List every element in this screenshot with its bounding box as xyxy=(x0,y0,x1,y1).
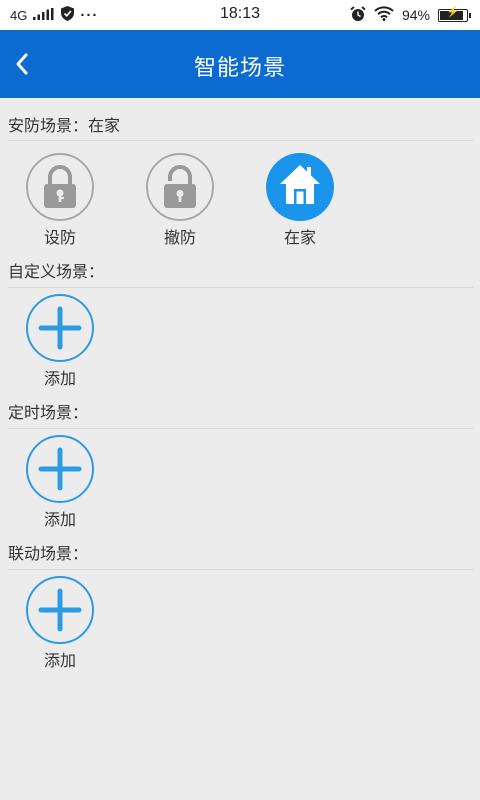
home-circle xyxy=(266,153,334,221)
arm-button[interactable]: 设防 xyxy=(24,153,96,248)
disarm-circle xyxy=(146,153,214,221)
lock-open-icon xyxy=(164,165,196,208)
status-bar: 4G ··· 18:13 94% ⚡ xyxy=(0,0,480,30)
arm-circle xyxy=(26,153,94,221)
status-right: 94% ⚡ xyxy=(350,5,471,25)
add-circle xyxy=(26,576,94,644)
add-timed-scene-button[interactable]: 添加 xyxy=(24,435,96,530)
linked-section-title: 联动场景： xyxy=(8,544,89,563)
security-section-title: 安防场景：在家 xyxy=(8,116,121,135)
add-circle xyxy=(26,294,94,362)
page-title: 智能场景 xyxy=(193,56,286,81)
timed-divider xyxy=(8,428,473,429)
wifi-icon xyxy=(374,6,394,24)
lock-closed-icon xyxy=(44,165,76,208)
disarm-button[interactable]: 撤防 xyxy=(144,153,216,248)
alarm-icon xyxy=(350,5,366,25)
battery-percent: 94% xyxy=(401,7,430,23)
custom-divider xyxy=(8,287,473,288)
timed-section-title: 定时场景： xyxy=(8,403,89,422)
security-divider xyxy=(8,140,473,141)
linked-divider xyxy=(8,569,473,570)
add-timed-label: 添加 xyxy=(43,510,76,529)
plus-icon xyxy=(38,588,82,632)
plus-icon xyxy=(38,447,82,491)
home-icon xyxy=(280,165,320,204)
add-custom-label: 添加 xyxy=(43,369,76,388)
charging-icon: ⚡ xyxy=(446,6,460,18)
add-custom-scene-button[interactable]: 添加 xyxy=(24,294,96,389)
app-bar: 智能场景 xyxy=(0,30,480,98)
disarm-label: 撤防 xyxy=(163,228,196,247)
home-mode-label: 在家 xyxy=(283,228,316,247)
add-linked-label: 添加 xyxy=(43,651,76,670)
home-mode-button[interactable]: 在家 xyxy=(264,153,336,248)
plus-icon xyxy=(38,306,82,350)
battery-icon: ⚡ xyxy=(438,6,471,22)
add-linked-scene-button[interactable]: 添加 xyxy=(24,576,96,671)
add-circle xyxy=(26,435,94,503)
custom-section-title: 自定义场景： xyxy=(8,262,105,281)
arm-label: 设防 xyxy=(43,228,76,247)
